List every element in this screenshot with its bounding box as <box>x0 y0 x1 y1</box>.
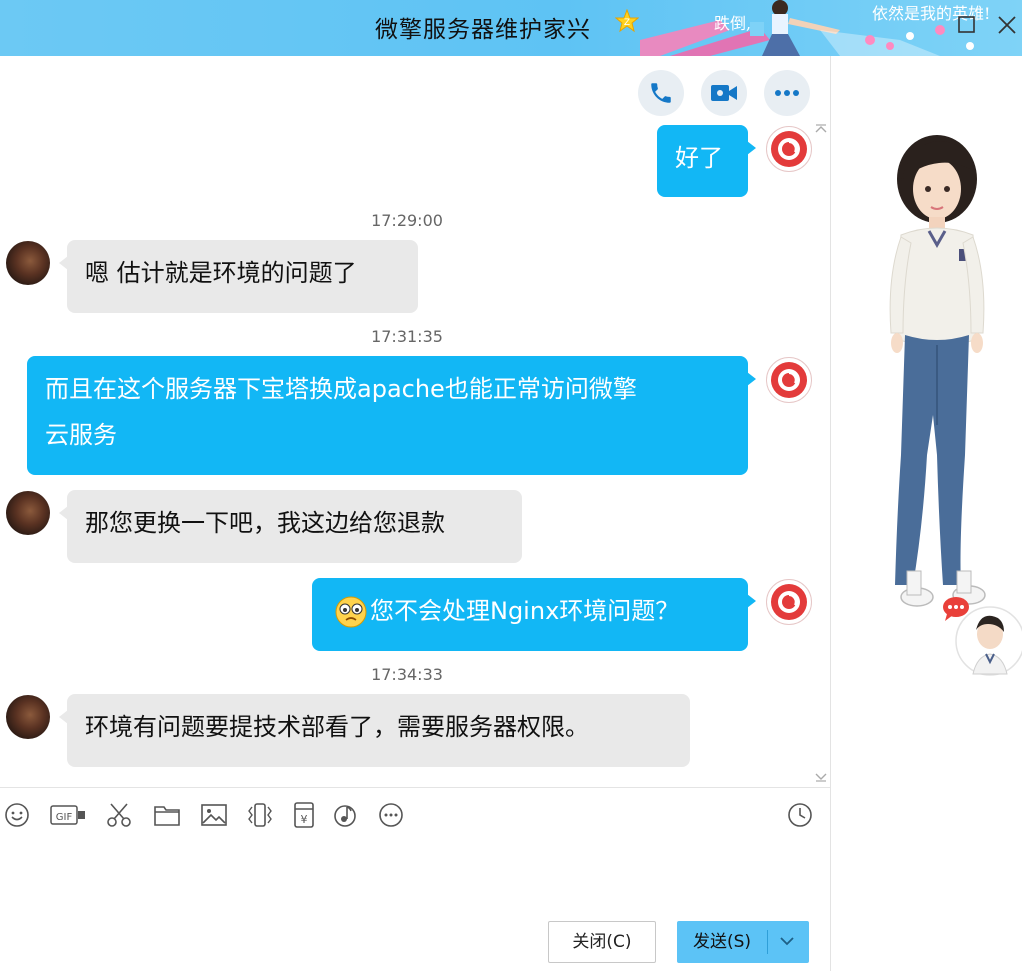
my-avatar[interactable] <box>766 126 812 172</box>
video-camera-icon <box>711 85 737 101</box>
banner-caption-1: 跌倒, <box>714 14 752 33</box>
shake-button[interactable] <box>246 801 274 829</box>
red-packet-button[interactable]: ¥ <box>290 801 318 829</box>
video-call-button[interactable] <box>701 70 747 116</box>
message-bubble-sent[interactable]: 好了 <box>657 125 756 197</box>
phone-icon <box>651 83 671 103</box>
more-tools-button[interactable] <box>377 801 405 829</box>
message-input[interactable] <box>0 840 830 910</box>
message-text: 环境有问题要提技术部看了，需要服务器权限。 <box>85 713 589 741</box>
title-bar: 微擎服务器维护家兴 Z 跌倒, 依然是我的英雄! <box>0 0 1022 56</box>
music-button[interactable] <box>331 801 359 829</box>
message-bubble-received[interactable]: 环境有问题要提技术部看了，需要服务器权限。 <box>59 694 690 767</box>
contact-avatar[interactable] <box>6 241 50 285</box>
shake-icon <box>248 803 272 827</box>
emoji-button[interactable] <box>3 801 31 829</box>
message-timestamp: 17:29:00 <box>371 211 443 230</box>
my-avatar[interactable] <box>766 357 812 403</box>
folder-icon <box>154 806 180 826</box>
message-text-line: 云服务 <box>45 421 117 449</box>
music-icon <box>334 805 356 827</box>
send-button-label: 发送(S) <box>693 932 752 952</box>
contact-show-avatar[interactable] <box>953 604 1022 678</box>
contact-avatar[interactable] <box>6 695 50 739</box>
voice-call-button[interactable] <box>638 70 684 116</box>
more-options-button[interactable] <box>764 70 810 116</box>
close-icon[interactable] <box>996 14 1018 36</box>
message-timestamp: 17:34:33 <box>371 665 443 684</box>
maximize-icon[interactable] <box>956 14 978 36</box>
more-dots-icon <box>775 90 799 96</box>
scissors-icon <box>107 803 131 827</box>
send-button[interactable]: 发送(S) <box>677 921 809 963</box>
my-avatar[interactable] <box>766 579 812 625</box>
message-bubble-sent[interactable]: 您不会处理Nginx环境问题？ <box>312 578 756 651</box>
message-history-button[interactable] <box>786 801 814 829</box>
screenshot-button[interactable] <box>105 801 133 829</box>
svg-text:Z: Z <box>624 18 630 28</box>
crying-emoji-icon <box>335 596 367 628</box>
svg-text:GIF: GIF <box>56 812 73 823</box>
svg-text:¥: ¥ <box>301 813 308 826</box>
close-button[interactable]: 关闭(C) <box>548 921 656 963</box>
scroll-up-icon[interactable] <box>815 124 827 134</box>
message-bubble-sent[interactable]: 而且在这个服务器下宝塔换成apache也能正常访问微擎 云服务 <box>27 356 756 475</box>
side-panel <box>830 56 1022 971</box>
image-button[interactable] <box>200 801 228 829</box>
contact-avatar[interactable] <box>6 491 50 535</box>
emoji-icon <box>5 803 29 827</box>
gif-button[interactable]: GIF <box>50 801 86 829</box>
clock-icon <box>788 803 812 827</box>
message-text: 好了 <box>675 144 723 172</box>
message-text-line: 而且在这个服务器下宝塔换成apache也能正常访问微擎 <box>45 375 637 403</box>
image-icon <box>201 804 227 826</box>
red-packet-icon: ¥ <box>294 802 314 828</box>
input-toolbar-divider <box>0 787 830 788</box>
character-show-illustration <box>889 135 986 607</box>
window-title: 微擎服务器维护家兴 <box>375 17 591 43</box>
send-button-divider <box>767 930 768 954</box>
message-text: 那您更换一下吧，我这边给您退款 <box>85 509 445 537</box>
message-bubble-received[interactable]: 嗯 估计就是环境的问题了 <box>59 240 418 313</box>
scroll-down-icon[interactable] <box>815 772 827 782</box>
file-button[interactable] <box>153 801 181 829</box>
more-icon <box>379 803 403 827</box>
gif-icon: GIF <box>50 805 85 825</box>
chevron-down-icon[interactable] <box>779 935 795 947</box>
message-text: 您不会处理Nginx环境问题？ <box>370 597 680 625</box>
message-bubble-received[interactable]: 那您更换一下吧，我这边给您退款 <box>59 490 522 563</box>
vip-star-icon: Z <box>615 9 639 33</box>
message-text: 嗯 估计就是环境的问题了 <box>85 259 357 287</box>
message-timestamp: 17:31:35 <box>371 327 443 346</box>
